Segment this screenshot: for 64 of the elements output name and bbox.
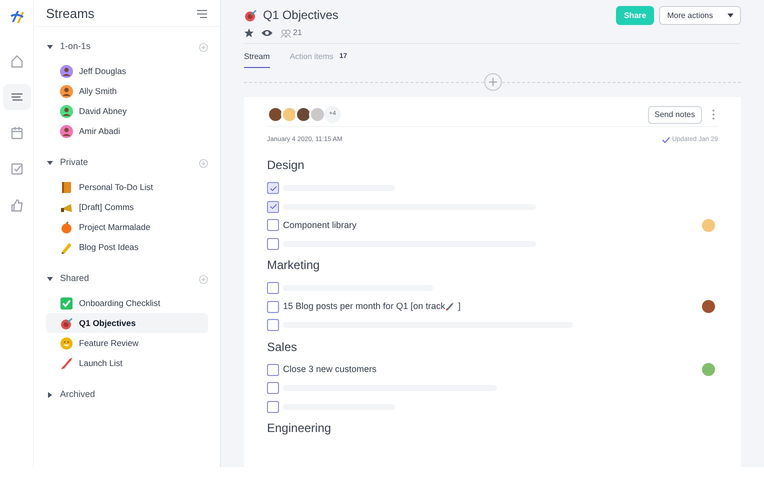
- task-text: 15 Blog posts per month for Q1 [on track: [283, 300, 446, 313]
- check-icon: [270, 186, 276, 191]
- caret-icon: [46, 275, 54, 283]
- task-text: Component library: [283, 218, 357, 232]
- menu-icon: [196, 8, 208, 18]
- section-heading: Marketing: [267, 257, 321, 274]
- checkbox[interactable]: [267, 400, 279, 413]
- checkbox[interactable]: [267, 319, 279, 332]
- checkbox[interactable]: [267, 364, 279, 376]
- follower-count: 21: [293, 27, 302, 39]
- stream-item[interactable]: Project Marmalade: [46, 217, 208, 237]
- tab[interactable]: Stream: [244, 51, 270, 68]
- checkbox[interactable]: [267, 238, 279, 250]
- checkbox[interactable]: [267, 219, 279, 232]
- section-label[interactable]: Shared: [60, 272, 199, 286]
- add-icon: [199, 42, 208, 52]
- stream-item[interactable]: Blog Post Ideas: [46, 237, 208, 257]
- section-heading: Design: [267, 157, 306, 174]
- nav-button[interactable]: [2, 84, 30, 110]
- sidebar-title: Streams: [46, 4, 94, 23]
- checkbox[interactable]: [267, 182, 279, 194]
- checkbox[interactable]: [267, 382, 279, 394]
- section-heading: Engineering: [267, 420, 332, 437]
- stream-item[interactable]: David Abney: [46, 101, 208, 121]
- caret-icon: [727, 13, 734, 18]
- checkbox[interactable]: [267, 282, 279, 294]
- kebab-icon: [712, 109, 714, 120]
- caret-icon: [46, 391, 54, 399]
- thumbs-up-icon: [8, 197, 24, 213]
- eye-icon: [261, 29, 273, 37]
- home-icon: [8, 53, 24, 69]
- stream-item[interactable]: [Draft] Comms: [46, 197, 208, 217]
- dart-target-icon: [244, 8, 257, 22]
- checkbox-icon: [8, 161, 24, 177]
- rocket-icon: [445, 302, 454, 312]
- caret-icon: [46, 159, 54, 167]
- people-icon: [280, 28, 291, 38]
- stream-item[interactable]: Q1 Objectives: [46, 313, 208, 333]
- stream-item[interactable]: Personal To-Do List: [46, 177, 208, 197]
- section-label[interactable]: Archived: [60, 388, 208, 402]
- checkbox[interactable]: [267, 200, 279, 213]
- logo-icon: [8, 8, 26, 26]
- check-icon: [270, 204, 276, 210]
- page-title: Q1 Objectives: [263, 7, 338, 24]
- more-actions-dropdown[interactable]: More actions: [659, 6, 741, 25]
- send-notes-button[interactable]: Send notes: [648, 106, 702, 124]
- add-icon: [199, 158, 208, 168]
- stream-item[interactable]: Feature Review: [46, 333, 208, 353]
- checkbox[interactable]: [267, 300, 279, 313]
- stream-item[interactable]: Amir Abadi: [46, 121, 208, 141]
- calendar-icon: [8, 125, 24, 141]
- section-heading: Sales: [267, 338, 298, 356]
- caret-icon: [46, 43, 54, 51]
- section-label[interactable]: Private: [60, 156, 199, 170]
- stream-item[interactable]: Ally Smith: [46, 81, 208, 101]
- stream-item[interactable]: Launch List: [46, 353, 208, 373]
- task-text: ]: [458, 300, 461, 313]
- add-icon: [484, 73, 502, 91]
- stream-item[interactable]: Jeff Douglas: [46, 61, 208, 81]
- task-text: Close 3 new customers: [283, 363, 377, 376]
- add-icon: [199, 274, 208, 284]
- section-label[interactable]: 1-on-1s: [60, 40, 199, 54]
- stream-item[interactable]: Onboarding Checklist: [46, 293, 208, 313]
- check-icon: [662, 137, 670, 143]
